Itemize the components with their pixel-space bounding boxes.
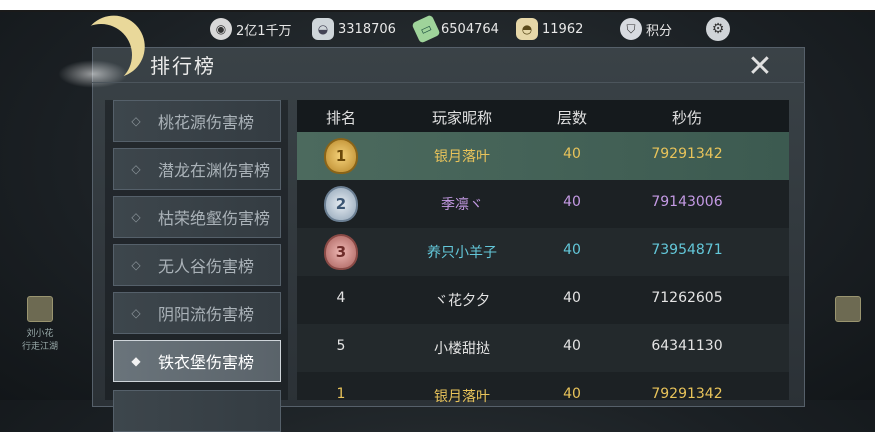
- leaderboard-category-list: ◇ 桃花源伤害榜 ◇ 潜龙在渊伤害榜 ◇ 枯荣绝壑伤害榜 ◇ 无人谷伤害榜 ◇ …: [105, 100, 288, 432]
- player-name: 银月落叶: [434, 389, 490, 405]
- table-header: 排名 玩家昵称 层数 秒伤: [297, 100, 789, 132]
- category-label: 枯荣绝壑伤害榜: [158, 209, 271, 228]
- category-label: 铁衣堡伤害榜: [158, 353, 255, 372]
- settings-gear-icon[interactable]: ⚙: [706, 17, 730, 41]
- panel-title: 排行榜: [150, 54, 216, 78]
- points-button[interactable]: ⛉ 积分: [620, 18, 672, 40]
- title-divider: [92, 82, 805, 83]
- scroll-icon: [27, 296, 53, 322]
- player-name: ヾ花夕夕: [434, 293, 490, 309]
- rank-value: 5: [336, 338, 346, 354]
- category-label: 潜龙在渊伤害榜: [158, 161, 271, 180]
- diamond-icon: ◆: [131, 354, 141, 368]
- gold-ingot-icon: ◓: [516, 18, 538, 40]
- table-row[interactable]: 1 银月落叶 40 79291342: [297, 132, 789, 180]
- table-row[interactable]: 4 ヾ花夕夕 40 71262605: [297, 276, 789, 324]
- floor-value: 40: [563, 194, 581, 210]
- close-icon: ✕: [747, 48, 773, 84]
- resource-coins: ◉ 2亿1千万: [210, 18, 292, 40]
- resource-value: 3318706: [338, 21, 396, 37]
- dps-value: 79143006: [651, 194, 723, 210]
- resource-value: 11962: [542, 21, 584, 37]
- close-button[interactable]: ✕: [740, 48, 780, 84]
- resource-value: 2亿1千万: [236, 23, 292, 39]
- category-more[interactable]: [113, 390, 281, 432]
- category-taohuayuan[interactable]: ◇ 桃花源伤害榜: [113, 100, 281, 142]
- diamond-icon: ◇: [131, 306, 141, 320]
- header-dps: 秒伤: [671, 109, 702, 127]
- resource-bar: ◉ 2亿1千万 ◒ 3318706 ▭ 6504764 ◓ 11962 ⛉ 积分…: [0, 14, 875, 46]
- diamond-icon: ◇: [131, 162, 141, 176]
- resource-ingot: ◓ 11962: [516, 18, 583, 40]
- player-name: 季凛ヾ: [441, 197, 483, 213]
- right-character-button[interactable]: [826, 296, 870, 326]
- ranking-table: 排名 玩家昵称 层数 秒伤 1 银月落叶 40 79291342 2 季凛ヾ 4…: [297, 100, 789, 405]
- diamond-icon: ◇: [131, 210, 141, 224]
- floor-value: 40: [563, 242, 581, 258]
- resource-value: 6504764: [441, 21, 499, 37]
- category-label: 桃花源伤害榜: [158, 113, 255, 132]
- header-rank: 排名: [325, 109, 356, 127]
- resource-jade: ▭ 6504764: [411, 14, 499, 44]
- jade-ticket-icon: ▭: [411, 14, 441, 44]
- table-row-self[interactable]: 1 银月落叶 40 79291342: [297, 372, 789, 420]
- points-label: 积分: [646, 23, 673, 39]
- floor-value: 40: [563, 338, 581, 354]
- scroll-icon: [835, 296, 861, 322]
- left-character-button[interactable]: 刘小花 行走江湖: [18, 296, 62, 352]
- resource-silver: ◒ 3318706: [312, 18, 396, 40]
- floor-value: 40: [563, 146, 581, 162]
- dps-value: 79291342: [651, 146, 723, 162]
- header-nickname: 玩家昵称: [431, 109, 492, 127]
- dps-value: 73954871: [651, 242, 723, 258]
- diamond-icon: ◇: [131, 258, 141, 272]
- diamond-icon: ◇: [131, 114, 141, 128]
- film-reel-icon: ◉: [210, 18, 232, 40]
- category-kurong[interactable]: ◇ 枯荣绝壑伤害榜: [113, 196, 281, 238]
- rank-value: 4: [336, 290, 346, 306]
- dps-value: 71262605: [651, 290, 723, 306]
- player-name: 银月落叶: [434, 149, 490, 165]
- category-label: 无人谷伤害榜: [158, 257, 255, 276]
- category-tieyibao[interactable]: ◆ 铁衣堡伤害榜: [113, 340, 281, 382]
- character-name: 刘小花: [26, 329, 54, 339]
- category-label: 阴阳流伤害榜: [158, 305, 255, 324]
- silver-bowl-icon: ◒: [312, 18, 334, 40]
- player-name: 养只小羊子: [427, 245, 497, 261]
- shield-points-icon: ⛉: [620, 18, 642, 40]
- dps-value: 64341130: [651, 338, 723, 354]
- bronze-medal-icon: 3: [324, 234, 358, 270]
- floor-value: 40: [563, 290, 581, 306]
- category-wurengu[interactable]: ◇ 无人谷伤害榜: [113, 244, 281, 286]
- gold-medal-icon: 1: [324, 138, 358, 174]
- silver-medal-icon: 2: [324, 186, 358, 222]
- table-row[interactable]: 2 季凛ヾ 40 79143006: [297, 180, 789, 228]
- top-border: [0, 0, 875, 12]
- table-row[interactable]: 5 小楼甜挞 40 64341130: [297, 324, 789, 372]
- character-sub: 行走江湖: [21, 342, 58, 352]
- category-yinyang[interactable]: ◇ 阴阳流伤害榜: [113, 292, 281, 334]
- player-name: 小楼甜挞: [434, 341, 490, 357]
- header-floor: 层数: [556, 109, 587, 127]
- category-qianlong[interactable]: ◇ 潜龙在渊伤害榜: [113, 148, 281, 190]
- table-row[interactable]: 3 养只小羊子 40 73954871: [297, 228, 789, 276]
